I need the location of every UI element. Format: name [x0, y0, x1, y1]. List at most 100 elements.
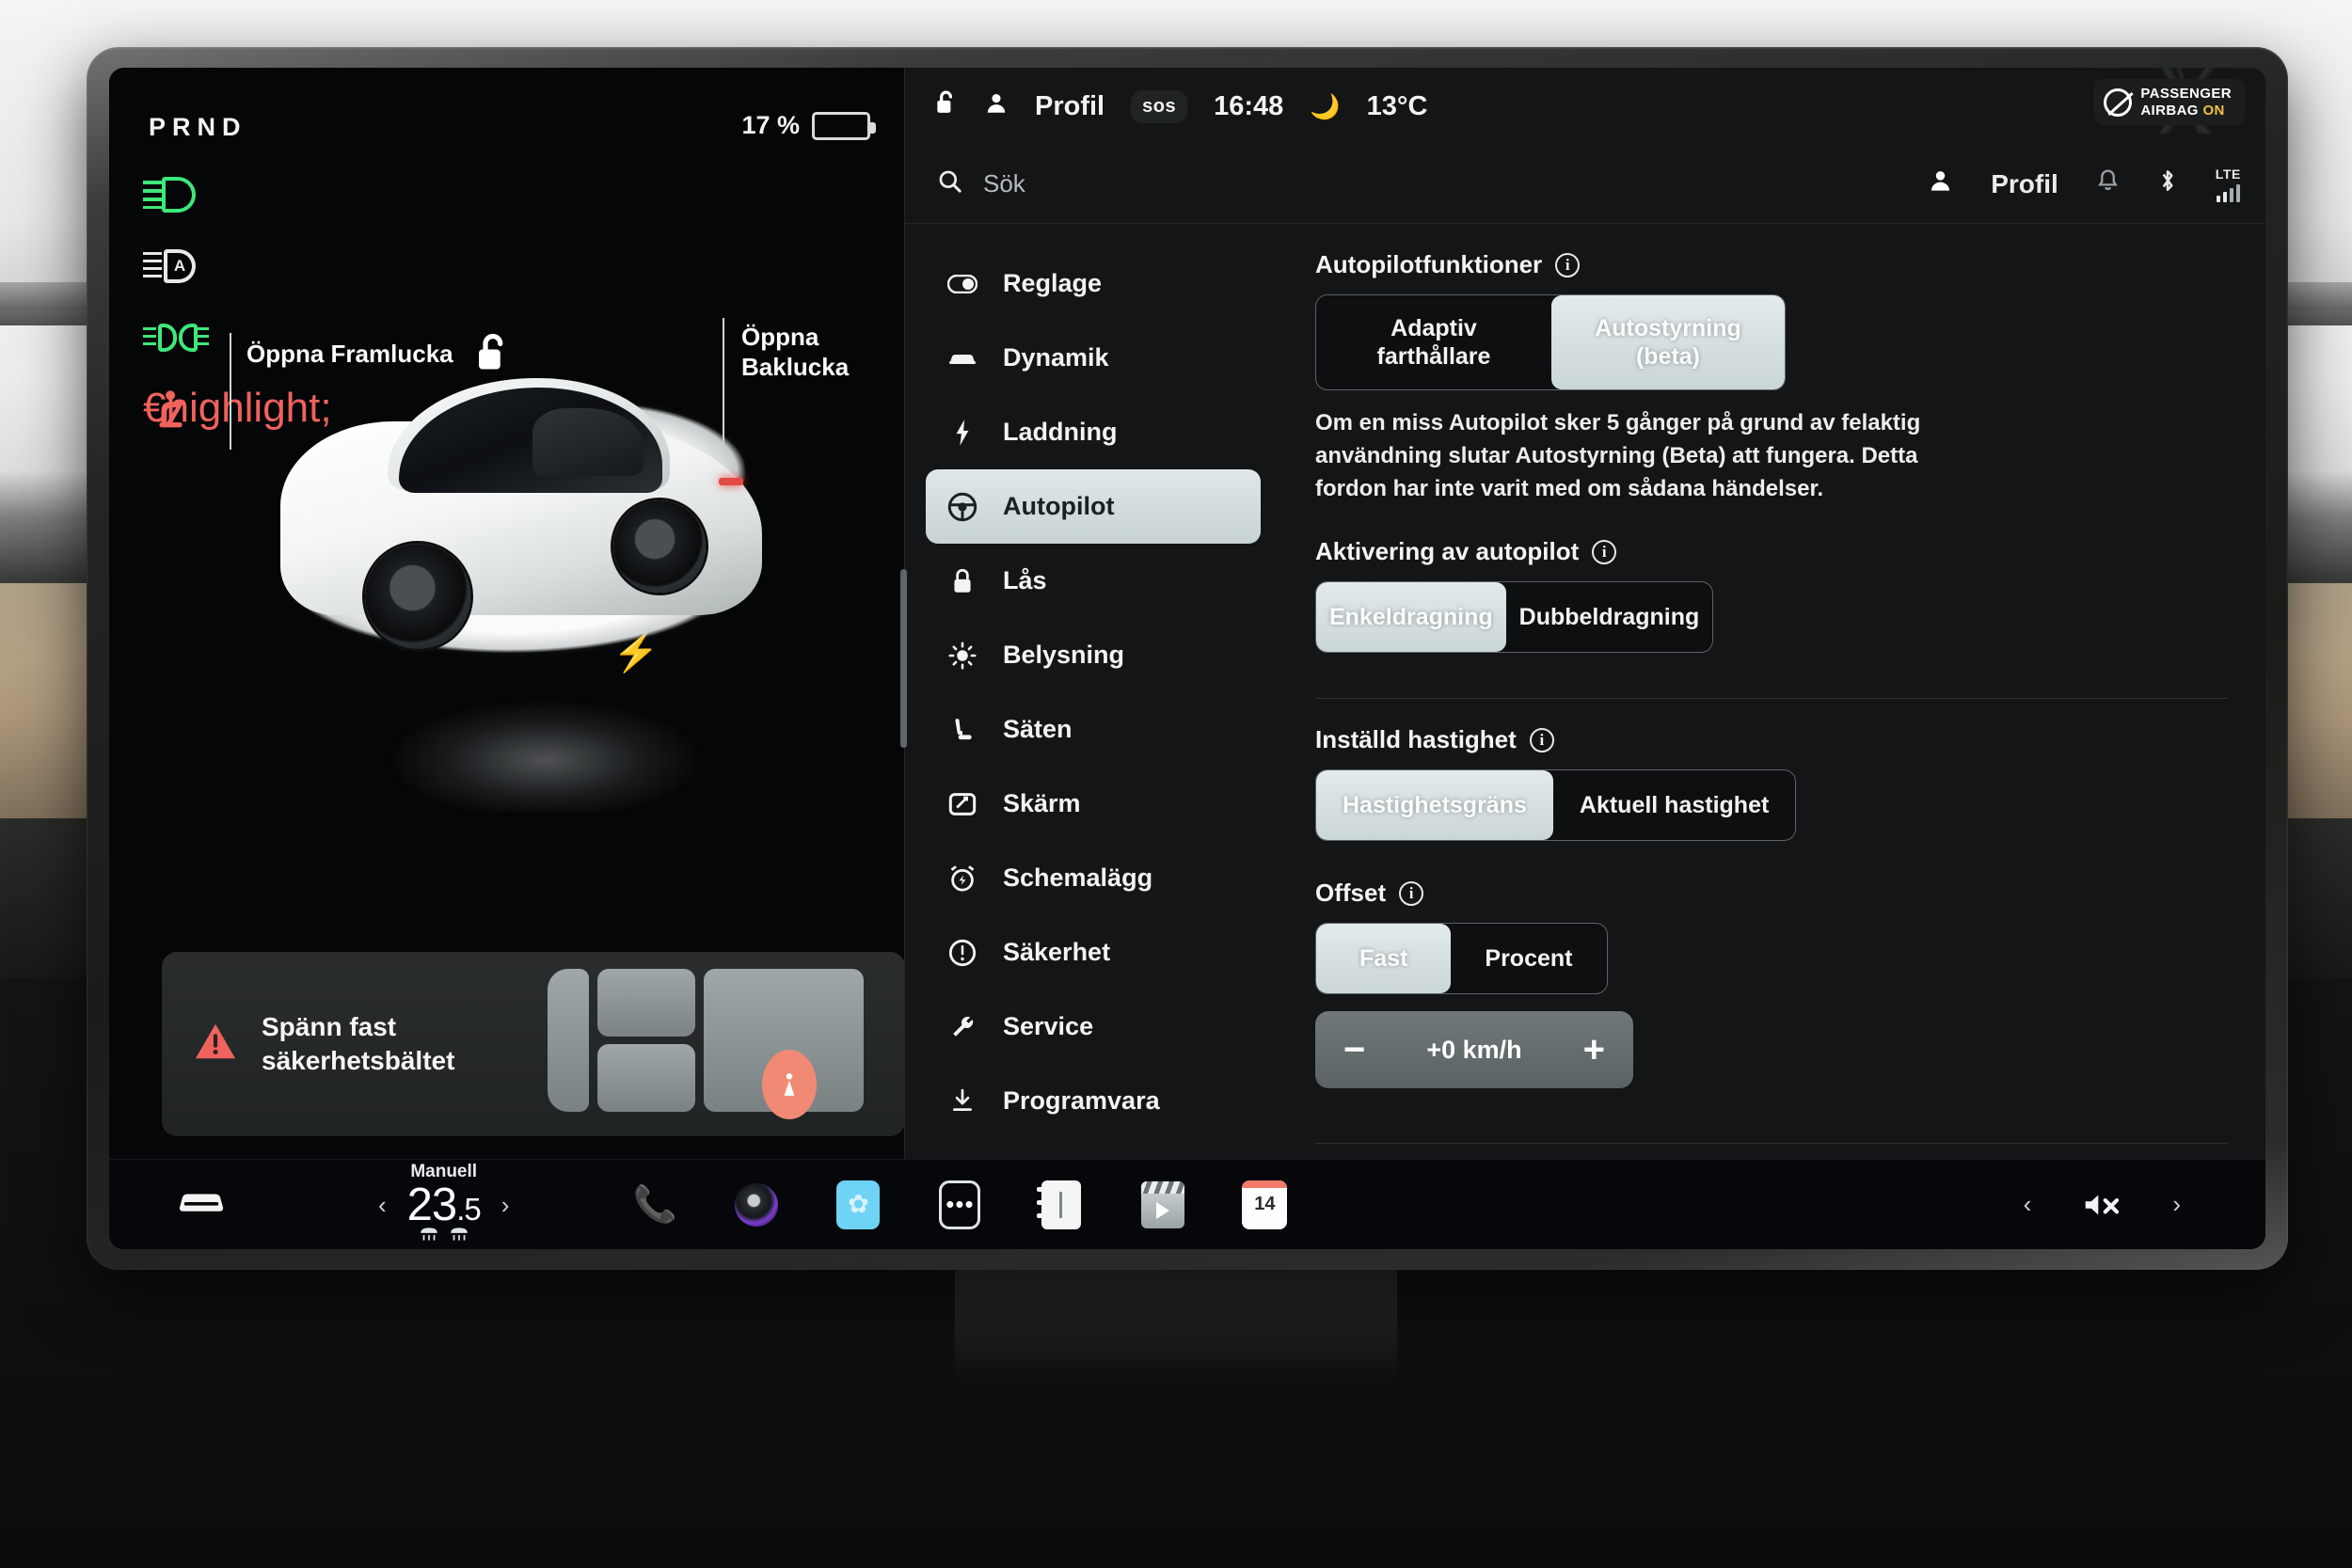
sidebar-item-navigering[interactable]: Navigering: [926, 1138, 1261, 1159]
sidebar-item-autopilot[interactable]: Autopilot: [926, 469, 1261, 544]
autopilot-features-segmented-control[interactable]: Adaptiv farthållare Autostyrning (beta): [1315, 294, 1786, 390]
info-icon[interactable]: i: [1399, 880, 1424, 906]
notifications-bell-icon[interactable]: [2096, 168, 2120, 200]
status-bar: Profil sos 16:48 🌙 13°C PASSENGER AIRBAG…: [905, 68, 2265, 145]
seat-diagram: [548, 969, 886, 1119]
more-apps-icon[interactable]: •••: [939, 1180, 981, 1229]
alarm-clock-icon: [946, 864, 978, 893]
sidebar-item-saten[interactable]: Säten: [926, 692, 1261, 767]
toggle-icon: [946, 274, 978, 293]
seat-heater-left-icon[interactable]: [419, 1226, 439, 1247]
sidebar-item-skarm[interactable]: Skärm: [926, 767, 1261, 841]
wrench-icon: [946, 1014, 978, 1040]
autopilot-activation-segmented-control[interactable]: Enkeldragning Dubbeldragning: [1315, 581, 1714, 654]
sidebar-label: Säten: [1003, 715, 1073, 743]
calendar-app-icon[interactable]: 14: [1242, 1180, 1288, 1229]
sidebar-item-laddning[interactable]: Laddning: [926, 395, 1261, 469]
option-dubbeldragning[interactable]: Dubbeldragning: [1506, 582, 1713, 652]
set-speed-title: Inställd hastighet: [1315, 725, 1517, 754]
moon-icon: 🌙: [1310, 91, 1341, 120]
car-icon: [946, 349, 978, 368]
offset-increment-button[interactable]: +: [1583, 1031, 1605, 1069]
offset-decrement-button[interactable]: −: [1343, 1031, 1365, 1069]
airbag-badge-line2: AIRBAG: [2140, 102, 2199, 119]
sidebar-item-service[interactable]: Service: [926, 990, 1261, 1064]
sos-button[interactable]: sos: [1131, 89, 1188, 123]
sidebar-item-sakerhet[interactable]: Säkerhet: [926, 915, 1261, 990]
car-front-icon[interactable]: [175, 1183, 228, 1226]
outside-temperature-label: 13°C: [1366, 90, 1428, 121]
climate-control[interactable]: Manuell ‹ 23.5 ›: [378, 1162, 509, 1247]
sidebar-label: Belysning: [1003, 641, 1125, 669]
info-icon[interactable]: i: [1529, 727, 1554, 752]
camera-app-icon[interactable]: [735, 1182, 779, 1227]
sidebar-label: Skärm: [1003, 789, 1081, 817]
app-launcher-icons: 📞 ✿ ••• 14: [631, 1180, 1288, 1229]
airbag-badge-line1: PASSENGER: [2140, 86, 2232, 102]
sidebar-item-schemalagg[interactable]: Schemalägg: [926, 841, 1261, 915]
sidebar-item-dynamik[interactable]: Dynamik: [926, 321, 1261, 395]
notes-app-icon[interactable]: [1037, 1180, 1082, 1229]
car-render[interactable]: [267, 359, 794, 811]
offset-stepper[interactable]: − +0 km/h +: [1315, 1011, 1633, 1089]
option-hastighetsgrans[interactable]: Hastighetsgräns: [1316, 770, 1553, 841]
sun-icon: [946, 641, 978, 670]
search-input[interactable]: Sök: [983, 169, 1025, 198]
seat-heater-right-icon[interactable]: [449, 1226, 469, 1247]
bluetooth-app-icon[interactable]: ✿: [836, 1180, 881, 1229]
temperature-decimal: .5: [456, 1192, 482, 1227]
option-fast[interactable]: Fast: [1316, 924, 1452, 994]
phone-app-icon[interactable]: 📞: [631, 1181, 678, 1228]
temperature-value[interactable]: 23.5: [407, 1179, 482, 1231]
bolt-icon: [946, 419, 978, 447]
info-icon[interactable]: i: [1555, 252, 1581, 277]
airbag-off-symbol-icon: [2104, 87, 2133, 117]
settings-bottom-divider: [1315, 1143, 2228, 1144]
settings-panel: Profil sos 16:48 🌙 13°C PASSENGER AIRBAG…: [900, 68, 2265, 1249]
signal-bars-icon: [2216, 183, 2240, 202]
temperature-decrease-button[interactable]: ‹: [378, 1191, 387, 1220]
option-autostyrning-beta[interactable]: Autostyrning (beta): [1551, 295, 1785, 389]
media-app-icon[interactable]: [1141, 1180, 1185, 1228]
network-type-label: LTE: [2215, 166, 2241, 182]
seatbelt-alert-card[interactable]: Spänn fast säkerhetsbältet: [162, 952, 905, 1136]
search-icon[interactable]: [937, 168, 962, 200]
info-icon[interactable]: i: [1592, 539, 1617, 564]
volume-previous-button[interactable]: ‹: [2024, 1190, 2032, 1219]
search-bar[interactable]: Sök Profil LTE: [905, 145, 2265, 224]
option-aktuell-hastighet[interactable]: Aktuell hastighet: [1553, 770, 1795, 840]
seatbelt-alert-text: Spänn fast säkerhetsbältet: [262, 1012, 455, 1075]
temperature-increase-button[interactable]: ›: [501, 1191, 510, 1220]
battery-percent-label: 17 %: [741, 111, 800, 139]
sidebar-label: Säkerhet: [1003, 938, 1111, 966]
sidebar-item-belysning[interactable]: Belysning: [926, 618, 1261, 692]
option-enkeldragning[interactable]: Enkeldragning: [1316, 582, 1506, 653]
autopilot-features-header: Autopilotfunktioner i: [1315, 250, 2228, 279]
offset-segmented-control[interactable]: Fast Procent: [1315, 923, 1608, 995]
sidebar-label: Programvara: [1003, 1086, 1160, 1115]
vehicle-panel: PRND 17 % A €highlight; Öppna Framlucka …: [109, 68, 905, 1249]
sidebar-item-programvara[interactable]: Programvara: [926, 1064, 1261, 1138]
search-profile-icon[interactable]: [1928, 168, 1953, 200]
search-profile-label[interactable]: Profil: [1991, 169, 2058, 199]
status-profile-label[interactable]: Profil: [1035, 91, 1104, 122]
option-procent[interactable]: Procent: [1451, 924, 1606, 993]
offset-header: Offset i: [1315, 879, 2228, 908]
panel-resize-handle[interactable]: [900, 569, 907, 748]
sidebar-item-reglage[interactable]: Reglage: [926, 246, 1261, 321]
volume-muted-icon[interactable]: [2082, 1191, 2122, 1219]
unlocked-padlock-icon[interactable]: [933, 88, 958, 124]
profile-avatar-icon[interactable]: [984, 91, 1009, 122]
sidebar-item-las[interactable]: Lås: [926, 544, 1261, 618]
sidebar-label: Dynamik: [1003, 343, 1109, 372]
set-speed-segmented-control[interactable]: Hastighetsgräns Aktuell hastighet: [1315, 769, 1797, 842]
steering-wheel-icon: [946, 492, 978, 522]
airbag-badge-state: ON: [2202, 102, 2225, 119]
sidebar-label: Autopilot: [1003, 492, 1115, 520]
battery-status[interactable]: 17 %: [741, 111, 876, 140]
volume-next-button[interactable]: ›: [2172, 1190, 2181, 1219]
autopilot-features-description: Om en miss Autopilot sker 5 gånger på gr…: [1315, 410, 1921, 501]
sidebar-label: Laddning: [1003, 418, 1118, 446]
option-adaptiv-farthallare[interactable]: Adaptiv farthållare: [1316, 295, 1551, 389]
bluetooth-icon[interactable]: [2157, 167, 2178, 200]
